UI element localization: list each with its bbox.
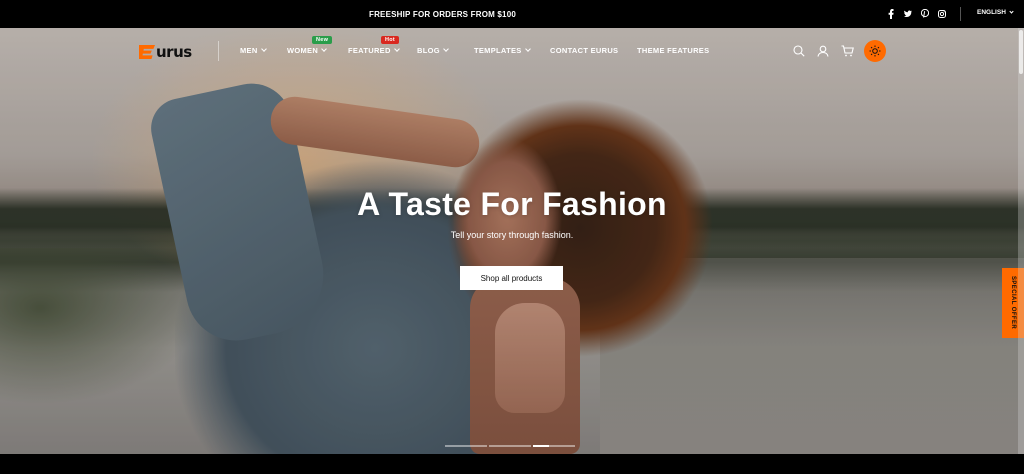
announcement-bar: FREESHIP FOR ORDERS FROM $100 ENGLISH xyxy=(0,0,1024,28)
announcement-text: FREESHIP FOR ORDERS FROM $100 xyxy=(368,9,516,19)
account-icon[interactable] xyxy=(816,44,830,58)
slide-dot-1[interactable] xyxy=(445,445,487,447)
logo-text: urus xyxy=(156,43,192,61)
cart-icon[interactable] xyxy=(840,44,854,58)
nav-label: THEME FEATURES xyxy=(637,46,710,55)
page-bottom xyxy=(0,454,1024,474)
search-icon[interactable] xyxy=(792,44,806,58)
chevron-down-icon xyxy=(393,46,400,52)
nav-item-featured[interactable]: Hot FEATURED xyxy=(348,36,400,55)
slide-dot-3[interactable] xyxy=(533,445,575,447)
language-label: ENGLISH xyxy=(977,9,1006,16)
nav-item-theme-features[interactable]: THEME FEATURES xyxy=(637,46,709,55)
site-header: urus MEN New WOMEN Hot FEATURED BLOG TEM… xyxy=(0,28,1024,74)
hero-title: A Taste For Fashion xyxy=(357,186,667,222)
pinterest-icon[interactable] xyxy=(921,8,929,19)
header-divider xyxy=(218,41,219,61)
nav-label: WOMEN xyxy=(287,46,319,55)
topbar-divider xyxy=(960,7,961,21)
hero-banner xyxy=(0,28,1024,454)
language-selector[interactable]: ENGLISH xyxy=(977,8,1014,16)
logo-mark xyxy=(139,45,155,59)
slide-dot-2[interactable] xyxy=(489,445,531,447)
hero-subtitle: Tell your story through fashion. xyxy=(450,230,574,240)
chevron-down-icon xyxy=(443,46,449,52)
nav-item-women[interactable]: New WOMEN xyxy=(287,36,333,55)
chevron-down-icon xyxy=(321,46,327,52)
nav-item-templates[interactable]: TEMPLATES xyxy=(474,46,531,55)
theme-toggle-button[interactable] xyxy=(864,40,886,62)
special-offer-label: SPECIAL OFFER xyxy=(1010,276,1016,330)
twitter-icon[interactable] xyxy=(904,8,912,19)
header-actions xyxy=(792,44,854,58)
chevron-down-icon xyxy=(524,46,531,52)
badge-new: New xyxy=(312,36,333,44)
nav-item-contact[interactable]: CONTACT EURUS xyxy=(550,46,618,55)
nav-item-blog[interactable]: BLOG xyxy=(417,46,449,55)
badge-hot: Hot xyxy=(381,36,400,44)
nav-label: CONTACT EURUS xyxy=(550,46,619,55)
nav-label: FEATURED xyxy=(348,46,391,55)
scrollbar[interactable] xyxy=(1018,28,1024,454)
sun-icon xyxy=(869,45,881,57)
shop-all-button[interactable]: Shop all products xyxy=(460,266,563,290)
slider-pagination xyxy=(445,445,575,447)
logo[interactable]: urus xyxy=(139,43,192,61)
nav-label: BLOG xyxy=(417,46,440,55)
facebook-icon[interactable] xyxy=(887,8,895,19)
chevron-down-icon xyxy=(260,46,267,52)
nav-label: TEMPLATES xyxy=(474,46,522,55)
nav-label: MEN xyxy=(240,46,258,55)
social-links xyxy=(887,8,946,19)
instagram-icon[interactable] xyxy=(938,8,946,19)
nav-item-men[interactable]: MEN xyxy=(240,46,267,55)
scrollbar-thumb[interactable] xyxy=(1019,30,1023,74)
chevron-down-icon xyxy=(1009,8,1014,14)
